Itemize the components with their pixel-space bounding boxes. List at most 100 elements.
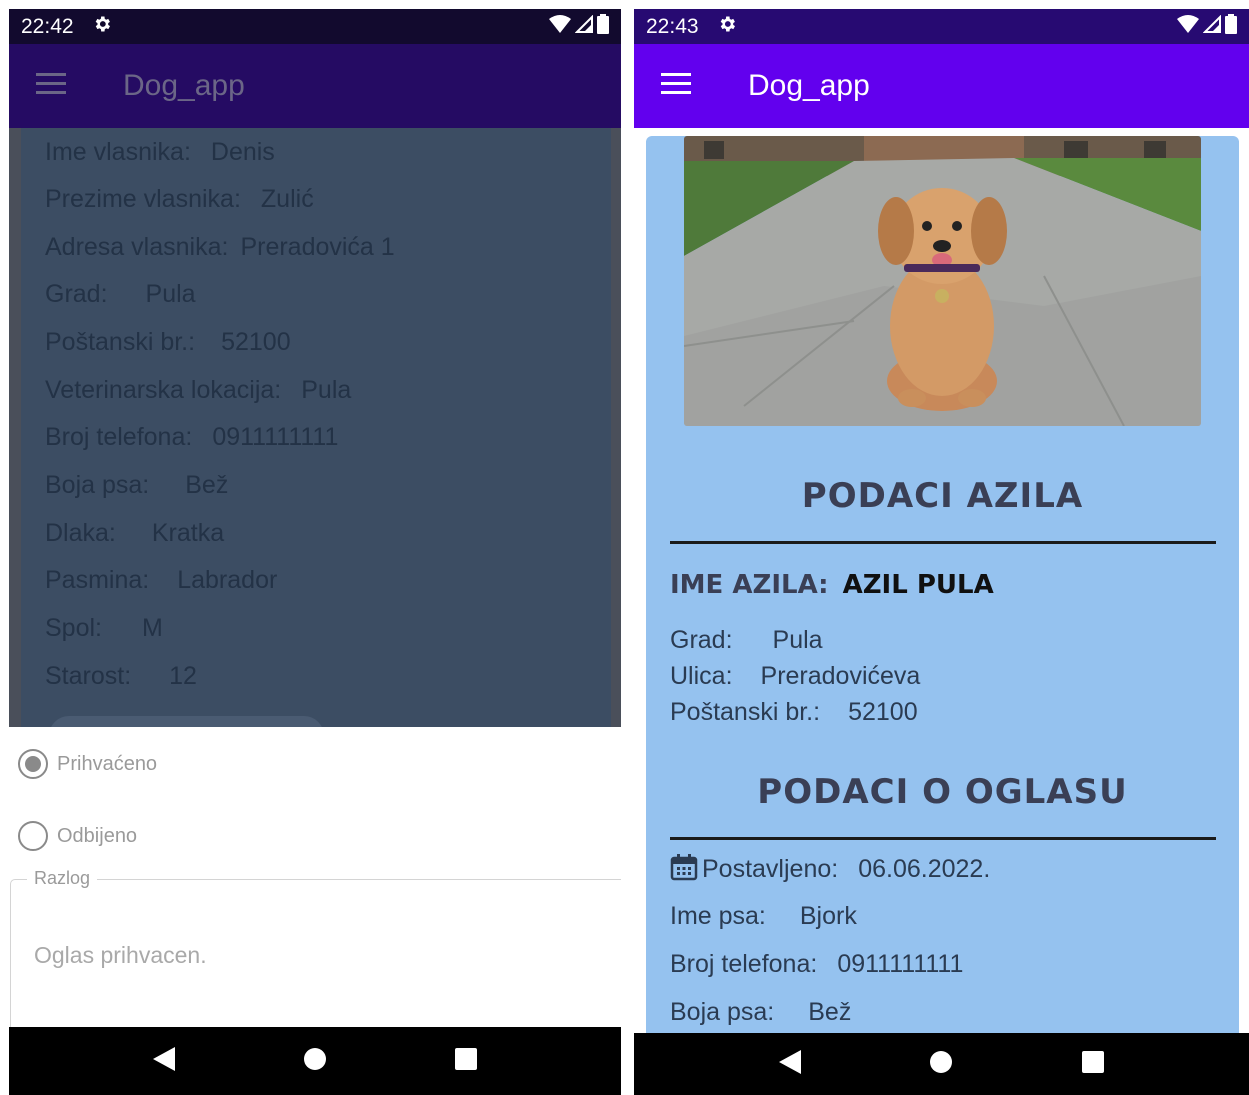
detail-label: Ime vlasnika: [45, 138, 191, 166]
back-icon [778, 1050, 801, 1078]
ad-details-card: Podaci azila Ime azila: Azil Pula Grad: Pu… [646, 136, 1239, 1056]
radio-circle-unchecked [18, 821, 48, 851]
detail-label: Poštanski br.: [45, 328, 196, 356]
signal-icon [574, 14, 593, 39]
review-dialog: Prihvaćeno Odbijeno Razlog Oglas prihvac… [9, 727, 621, 1049]
detail-label: Ime psa: [670, 902, 766, 930]
radio-circle-checked [18, 749, 48, 779]
app-bar: Dog_app [634, 44, 1249, 128]
detail-label: Dlaka: [45, 519, 116, 547]
shelter-street-row: Ulica: Preradovićeva [670, 662, 920, 691]
reason-field-value: Oglas prihvacen. [34, 942, 207, 968]
detail-value: Pula [772, 626, 823, 654]
app-bar: Dog_app [9, 44, 621, 128]
right-phone-screen: 22:43 Dog_app PODACI AZILA IME AZILA: AZ… [634, 9, 1249, 1095]
wifi-icon [1177, 14, 1199, 39]
detail-label: Grad: [45, 280, 108, 308]
ad-phone-row: Broj telefona: 0911111111 [670, 950, 963, 979]
detail-value: 0911111111 [212, 423, 339, 451]
detail-value: Preradovića 1 [240, 233, 395, 261]
detail-row-age: Starost: 12 [45, 662, 197, 691]
card-edge [611, 128, 621, 727]
detail-value: 52100 [848, 698, 918, 726]
radio-accepted[interactable]: Prihvaćeno [18, 749, 157, 779]
radio-rejected-label: Odbijeno [57, 824, 138, 847]
ad-section-title: Podaci o oglasu [757, 772, 1128, 812]
wifi-icon [549, 14, 571, 39]
menu-button[interactable] [648, 58, 704, 114]
detail-label: Boja psa: [670, 998, 775, 1026]
status-time: 22:43 [646, 14, 699, 38]
menu-icon [661, 73, 691, 99]
detail-label: Boja psa: [45, 471, 150, 499]
detail-row-owner-address: Adresa vlasnika: Preradovića 1 [45, 233, 395, 262]
recents-icon [454, 1048, 477, 1074]
detail-row-phone: Broj telefona: 0911111111 [45, 423, 338, 452]
detail-value: Bež [185, 471, 229, 499]
detail-value: Zulić [260, 185, 314, 213]
recents-button[interactable] [1063, 1034, 1123, 1094]
status-bar: 22:43 [634, 9, 1249, 44]
detail-value: 12 [169, 662, 197, 690]
navigation-bar [9, 1027, 621, 1095]
detail-row-sex: Spol: M [45, 614, 163, 643]
detail-row-vet-location: Veterinarska lokacija: Pula [45, 376, 351, 405]
detail-value: Labrador [177, 566, 278, 594]
reason-field[interactable]: Razlog Oglas prihvacen. [10, 868, 621, 1049]
detail-label: Poštanski br.: [670, 698, 821, 726]
back-button[interactable] [134, 1031, 194, 1091]
detail-row-owner-surname: Prezime vlasnika: Zulić [45, 185, 314, 214]
detail-value: Denis [210, 138, 275, 166]
detail-row-coat: Dlaka: Kratka [45, 519, 224, 548]
detail-value: Bež [808, 998, 852, 1026]
recents-icon [1082, 1051, 1105, 1077]
detail-value: 52100 [221, 328, 291, 356]
detail-label: Starost: [45, 662, 132, 690]
back-icon [153, 1047, 176, 1075]
hidden-action-button [49, 716, 324, 727]
status-bar: 22:42 [9, 9, 621, 44]
detail-value: 0911111111 [837, 950, 964, 978]
menu-button[interactable] [23, 58, 79, 114]
shelter-name-label: Ime azila: [670, 570, 829, 600]
home-button[interactable] [911, 1034, 971, 1094]
detail-row-breed: Pasmina: Labrador [45, 566, 277, 595]
detail-row-dog-color: Boja psa: Bež [45, 471, 228, 500]
battery-icon [597, 13, 609, 40]
menu-icon [36, 73, 66, 99]
detail-label: Broj telefona: [670, 950, 818, 978]
detail-row-owner-name: Ime vlasnika: Denis [45, 138, 275, 167]
scroll-content[interactable]: Podaci azila Ime azila: Azil Pula Grad: Pu… [634, 128, 1249, 1056]
divider [670, 837, 1216, 840]
ad-dog-color-row: Boja psa: Bež [670, 998, 851, 1027]
detail-label: Prezime vlasnika: [45, 185, 241, 213]
shelter-name-value: Azil Pula [842, 570, 994, 600]
detail-label: Pasmina: [45, 566, 150, 594]
detail-row-postal: Poštanski br.: 52100 [45, 328, 291, 357]
reason-field-label: Razlog [27, 868, 98, 889]
home-icon [929, 1050, 953, 1078]
shelter-postal-row: Poštanski br.: 52100 [670, 698, 918, 727]
status-time: 22:42 [21, 14, 74, 38]
divider [670, 541, 1216, 544]
ad-posted-row: Postavljeno: 06.06.2022. [670, 853, 990, 888]
shelter-section-title: Podaci azila [801, 476, 1084, 516]
navigation-bar [634, 1033, 1249, 1095]
radio-accepted-label: Prihvaćeno [57, 752, 158, 775]
battery-icon [1225, 13, 1237, 40]
recents-button[interactable] [436, 1031, 496, 1091]
signal-icon [1202, 14, 1221, 39]
detail-value: M [141, 614, 163, 642]
detail-label: Adresa vlasnika: [45, 233, 229, 261]
detail-label: Ulica: [670, 662, 733, 690]
home-button[interactable] [285, 1031, 345, 1091]
detail-value: 06.06.2022. [858, 855, 991, 883]
app-title: Dog_app [748, 69, 870, 102]
app-title: Dog_app [123, 69, 245, 102]
shelter-city-row: Grad: Pula [670, 626, 823, 655]
radio-rejected[interactable]: Odbijeno [18, 821, 137, 851]
radio-dot [25, 756, 41, 772]
left-phone-screen: 22:42 Dog_app Ime vlasnika: Denis Prezime… [9, 9, 621, 1095]
back-button[interactable] [760, 1034, 820, 1094]
ad-dog-name-row: Ime psa: Bjork [670, 902, 857, 931]
